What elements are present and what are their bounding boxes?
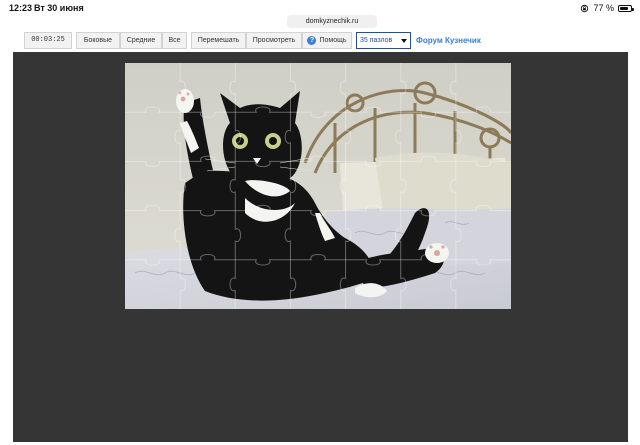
puzzle-toolbar: 00:03:25 Боковые Средние Все Перемешать … (24, 32, 481, 49)
status-time: 12:23 (9, 3, 33, 13)
battery-percent: 77 % (593, 3, 614, 13)
status-date: Вт 30 июня (34, 3, 84, 13)
help-icon: ? (307, 36, 317, 45)
puzzle-board[interactable] (13, 52, 628, 442)
address-bar[interactable]: domkyznechik.ru (287, 15, 377, 28)
preview-button[interactable]: Просмотреть (246, 32, 302, 49)
chevron-down-icon (401, 39, 407, 43)
forum-link[interactable]: Форум Кузнечик (416, 36, 481, 45)
battery-icon (618, 4, 634, 12)
status-right: 77 % (580, 3, 634, 13)
help-button[interactable]: ? Помощь (302, 32, 352, 49)
pieces-count-value: 35 пазлов (360, 37, 393, 44)
cat-picture (125, 63, 511, 309)
page-right-edge (628, 52, 640, 442)
middle-button[interactable]: Средние (120, 32, 162, 49)
sides-button[interactable]: Боковые (76, 32, 120, 49)
timer-display: 00:03:25 (24, 32, 72, 49)
screen-rotation-lock-icon (581, 4, 589, 12)
help-label: Помощь (319, 37, 347, 44)
puzzle-image[interactable] (125, 63, 511, 309)
pieces-count-select[interactable]: 35 пазлов (356, 32, 411, 49)
shuffle-button[interactable]: Перемешать (191, 32, 246, 49)
all-button[interactable]: Все (162, 32, 187, 49)
